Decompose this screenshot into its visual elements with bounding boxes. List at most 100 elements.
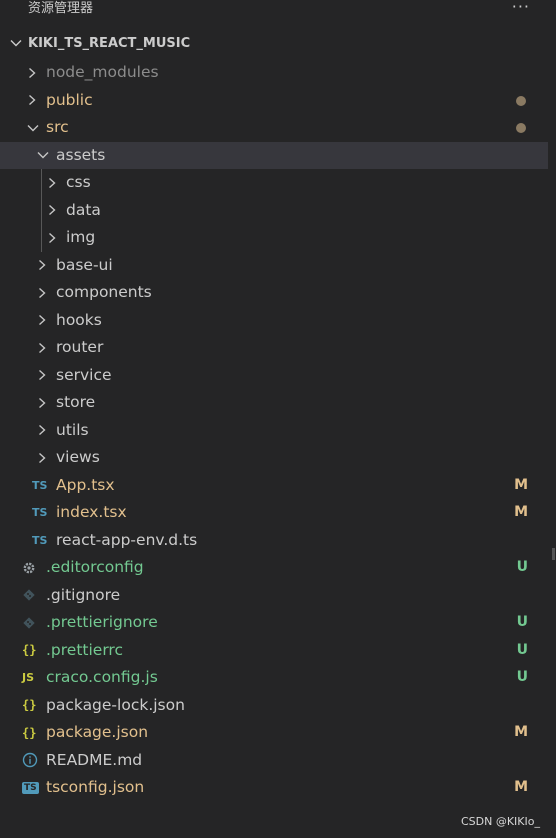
tree-item-label: utils [56,420,89,439]
file-icon-text: TS [32,506,48,520]
file-icon-text: JS [22,671,35,685]
chevron-right-icon [36,279,48,307]
chevron-right-icon [26,87,38,115]
file-item-prettierrc[interactable]: {} .prettierrc U [0,637,556,665]
chevron-right-icon [46,169,58,197]
gear-icon [22,554,36,582]
folder-item-public[interactable]: public [0,87,556,115]
modified-dot-indicator [516,123,526,133]
file-item-craco-config-js[interactable]: JS craco.config.js U [0,664,556,692]
json-icon: {} [22,637,36,665]
file-item-gitignore[interactable]: .gitignore [0,582,556,610]
folder-item-components[interactable]: components [0,279,556,307]
folder-item-src[interactable]: src [0,114,556,142]
git-status-badge: M [514,779,528,795]
folder-item-service[interactable]: service [0,362,556,390]
chevron-right-icon [36,362,48,390]
folder-item-hooks[interactable]: hooks [0,307,556,335]
explorer-header: 资源管理器 ··· [0,0,556,20]
tree-item-label: index.tsx [56,503,127,521]
tree-item-label: package-lock.json [46,695,185,714]
folder-item-utils[interactable]: utils [0,417,556,445]
tree-item-label: assets [56,145,106,164]
chevron-down-icon [26,114,40,142]
tree-item-label: base-ui [56,255,113,274]
tree-item-label: .prettierignore [46,613,158,631]
tree-item-label: package.json [46,723,149,741]
tree-item-label: tsconfig.json [46,778,145,796]
watermark: CSDN @KIKIo_ [460,815,540,828]
tree-item-label: views [56,448,100,466]
tree-item-label: public [46,90,93,109]
tree-item-label: components [56,283,152,301]
file-item-prettierignore[interactable]: .prettierignore U [0,609,556,637]
file-icon-text: {} [22,698,37,713]
tree-item-label: src [46,118,69,136]
chevron-right-icon [36,307,48,335]
git-status-badge: M [514,724,528,740]
panel-title: 资源管理器 [28,1,94,16]
file-item-react-app-env-d-ts[interactable]: TS react-app-env.d.ts [0,527,556,555]
folder-item-base-ui[interactable]: base-ui [0,252,556,280]
git-status-badge: U [516,641,528,658]
chevron-right-icon [36,417,48,445]
scrollbar-marker[interactable] [552,548,555,560]
tree-item-label: css [66,173,91,191]
indent-guide [41,169,42,252]
file-icon-text: TS [22,781,39,794]
tree-item-label: craco.config.js [46,668,158,686]
file-item-tsconfig-json[interactable]: TS tsconfig.json M [0,774,556,802]
tsconfig-icon: TS [22,774,39,802]
file-item-app-tsx[interactable]: TS App.tsx M [0,472,556,500]
chevron-right-icon [36,334,48,362]
folder-item-data[interactable]: data [0,197,556,225]
json-icon: {} [22,719,36,747]
tree-item-label: .gitignore [46,585,121,604]
project-root-folder[interactable]: KIKI_TS_REACT_MUSIC [0,31,556,58]
chevron-down-icon [36,142,50,170]
file-item-package-json[interactable]: {} package.json M [0,719,556,747]
tree-item-label: router [56,338,104,356]
tree-item-label: data [66,200,101,219]
file-item-package-lock-json[interactable]: {} package-lock.json [0,692,556,720]
tree-item-label: react-app-env.d.ts [56,530,198,549]
folder-item-store[interactable]: store [0,389,556,417]
git-icon [22,582,36,610]
more-actions-button[interactable]: ··· [512,0,530,16]
folder-item-css[interactable]: css [0,169,556,197]
folder-item-assets[interactable]: assets [0,141,548,170]
info-icon [22,747,38,775]
chevron-right-icon [26,59,38,87]
tree-item-label: node_modules [46,63,159,81]
chevron-right-icon [36,444,48,472]
chevron-down-icon [9,35,23,54]
typescript-icon: TS [32,499,47,527]
modified-dot-indicator [516,95,526,106]
tree-item-label: hooks [56,310,102,329]
tree-item-label: App.tsx [56,475,115,494]
chevron-right-icon [46,224,58,252]
git-status-badge: M [514,476,528,493]
folder-item-img[interactable]: img [0,224,556,252]
file-item-editorconfig[interactable]: .editorconfig U [0,554,556,582]
file-icon-text: {} [22,643,37,658]
git-status-badge: U [516,559,528,575]
file-item-index-tsx[interactable]: TS index.tsx M [0,499,556,527]
folder-item-node-modules[interactable]: node_modules [0,59,556,87]
file-icon-text: TS [32,533,48,547]
file-item-readme-md[interactable]: README.md [0,747,556,775]
folder-item-views[interactable]: views [0,444,556,472]
tree-item-label: img [66,228,96,246]
javascript-icon: JS [22,664,34,692]
tree-item-label: README.md [46,750,143,769]
file-tree: node_modulespublic src assets css data img bas… [0,59,556,802]
git-status-badge: U [516,669,528,685]
tree-item-label: .editorconfig [46,558,144,576]
folder-item-router[interactable]: router [0,334,556,362]
file-icon-text: TS [32,478,48,492]
typescript-icon: TS [32,472,47,500]
git-status-badge: U [516,614,528,630]
typescript-icon: TS [32,527,47,555]
chevron-right-icon [46,197,58,225]
git-status-badge: M [514,504,528,520]
